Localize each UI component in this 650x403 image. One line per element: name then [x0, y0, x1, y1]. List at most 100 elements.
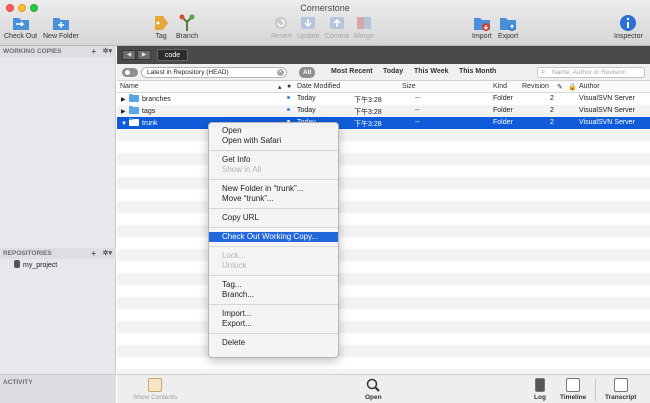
- row-size: --: [415, 95, 420, 102]
- folder-icon: [129, 94, 139, 102]
- disclosure-triangle-icon[interactable]: ▶: [121, 108, 129, 115]
- context-menu: Open Open with Safari Get Info Show in A…: [208, 122, 339, 358]
- open-button[interactable]: Open: [365, 378, 382, 401]
- row-name: branches: [142, 96, 171, 103]
- magnifier-icon: [367, 378, 381, 392]
- activity-title: ACTIVITY: [3, 379, 33, 386]
- row-size: --: [415, 107, 420, 114]
- new-folder-icon: [52, 18, 69, 30]
- menu-item-check-out-working-copy[interactable]: Check Out Working Copy...: [209, 232, 338, 242]
- row-size: --: [415, 119, 420, 126]
- row-author: VisualSVN Server: [579, 107, 635, 114]
- table-row-selected[interactable]: ▼trunk Today 下午3:28 -- Folder 2 VisualSV…: [117, 117, 650, 129]
- clear-scope-icon[interactable]: ×: [277, 69, 284, 76]
- column-kind[interactable]: Kind: [493, 83, 507, 90]
- forward-button[interactable]: ▶: [137, 50, 151, 60]
- sidebar-item-my-project[interactable]: my_project: [14, 260, 57, 269]
- row-kind: Folder: [493, 95, 513, 102]
- timeline-icon: [566, 378, 581, 392]
- update-button[interactable]: Update: [297, 14, 320, 40]
- menu-item-move[interactable]: Move “trunk”...: [209, 194, 338, 204]
- working-copies-gear-icon[interactable]: ✲▾: [103, 47, 112, 55]
- repositories-title: REPOSITORIES: [3, 250, 52, 257]
- filter-today[interactable]: Today: [383, 68, 403, 75]
- column-author[interactable]: Author: [579, 83, 600, 90]
- menu-separator: [209, 208, 338, 209]
- path-segment-code[interactable]: code: [157, 49, 189, 61]
- import-button[interactable]: Import: [472, 14, 492, 40]
- check-out-button[interactable]: Check Out: [4, 14, 37, 40]
- column-date-modified[interactable]: Date Modified: [297, 83, 340, 90]
- new-folder-button[interactable]: New Folder: [43, 14, 79, 40]
- new-folder-label: New Folder: [43, 33, 79, 40]
- column-revision[interactable]: Revision: [522, 83, 549, 90]
- import-label: Import: [472, 33, 492, 40]
- table-row[interactable]: ▶ tags Today 下午3:28 -- Folder 2 VisualSVN…: [117, 105, 650, 117]
- log-icon: [534, 378, 545, 392]
- working-copies-header: WORKING COPIES + ✲▾: [0, 46, 116, 57]
- disclosure-triangle-icon[interactable]: ▶: [121, 96, 129, 103]
- log-button[interactable]: Log: [534, 378, 546, 401]
- merge-button[interactable]: Merge: [354, 14, 374, 40]
- timeline-button[interactable]: Timeline: [560, 378, 586, 401]
- show-contents-icon: [148, 378, 163, 392]
- repository-scope-label: Latest in Repository (HEAD): [147, 69, 229, 76]
- export-button[interactable]: Export: [498, 14, 518, 40]
- disclosure-triangle-icon[interactable]: ▼: [121, 121, 129, 127]
- commit-button[interactable]: Commit: [325, 14, 349, 40]
- menu-item-unlock[interactable]: Unlock: [209, 261, 338, 271]
- menu-item-get-info[interactable]: Get Info: [209, 155, 338, 165]
- filter-most-recent[interactable]: Most Recent: [331, 68, 373, 75]
- table-row[interactable]: ▶ branches Today 下午3:28 -- Folder 2 Visua…: [117, 93, 650, 105]
- branch-button[interactable]: Branch: [176, 14, 198, 40]
- menu-item-open[interactable]: Open: [209, 126, 338, 136]
- status-dot-icon: [287, 108, 290, 111]
- commit-icon: [330, 17, 345, 29]
- menu-item-open-with-safari[interactable]: Open with Safari: [209, 136, 338, 146]
- column-tag-icon: ✎: [557, 84, 563, 91]
- row-name: trunk: [142, 120, 158, 127]
- menu-item-delete[interactable]: Delete: [209, 338, 338, 348]
- inspector-button[interactable]: Inspector: [614, 14, 643, 40]
- add-repository-button[interactable]: +: [91, 249, 96, 258]
- search-input[interactable]: Name, Author or Revision: [537, 67, 645, 78]
- menu-item-new-folder[interactable]: New Folder in “trunk”...: [209, 184, 338, 194]
- sort-icon: ▴: [278, 84, 282, 91]
- show-contents-button[interactable]: Show Contents: [133, 378, 177, 401]
- window-title: Cornerstone: [300, 3, 350, 13]
- open-label: Open: [365, 394, 382, 401]
- export-icon: [500, 18, 517, 31]
- inspector-label: Inspector: [614, 33, 643, 40]
- menu-item-import[interactable]: Import...: [209, 309, 338, 319]
- menu-item-branch[interactable]: Branch...: [209, 290, 338, 300]
- menu-separator: [209, 179, 338, 180]
- menu-item-tag[interactable]: Tag...: [209, 280, 338, 290]
- menu-item-show-in-all[interactable]: Show in All: [209, 165, 338, 175]
- table-header: Name ▴ ● Date Modified Size Kind Revisio…: [117, 81, 650, 93]
- activity-header: ACTIVITY: [0, 374, 116, 403]
- menu-item-lock[interactable]: Lock...: [209, 251, 338, 261]
- filter-this-month[interactable]: This Month: [459, 68, 496, 75]
- column-size[interactable]: Size: [402, 83, 416, 90]
- revert-label: Revert: [271, 33, 292, 40]
- menu-separator: [209, 150, 338, 151]
- add-working-copy-button[interactable]: +: [91, 47, 96, 56]
- row-name: tags: [142, 108, 156, 115]
- filter-this-week[interactable]: This Week: [414, 68, 449, 75]
- menu-item-copy-url[interactable]: Copy URL: [209, 213, 338, 223]
- scope-toggle[interactable]: [122, 68, 138, 77]
- transcript-label: Transcript: [605, 394, 637, 401]
- bottom-toolbar: Show Contents Open Log Timeline Transcri…: [117, 374, 650, 403]
- revert-button[interactable]: Revert: [271, 14, 292, 40]
- toolbar: Cornerstone Check Out New Folder Tag Bra…: [0, 0, 650, 46]
- filter-all[interactable]: All: [299, 67, 316, 78]
- transcript-button[interactable]: Transcript: [605, 378, 636, 401]
- column-name[interactable]: Name: [120, 83, 139, 90]
- tag-button[interactable]: Tag: [152, 14, 170, 40]
- merge-label: Merge: [354, 33, 374, 40]
- repository-scope-field[interactable]: Latest in Repository (HEAD) ×: [141, 67, 287, 78]
- check-out-icon: [12, 18, 29, 30]
- menu-item-export[interactable]: Export...: [209, 319, 338, 329]
- repositories-gear-icon[interactable]: ✲▾: [103, 249, 112, 257]
- back-button[interactable]: ◀: [122, 50, 136, 60]
